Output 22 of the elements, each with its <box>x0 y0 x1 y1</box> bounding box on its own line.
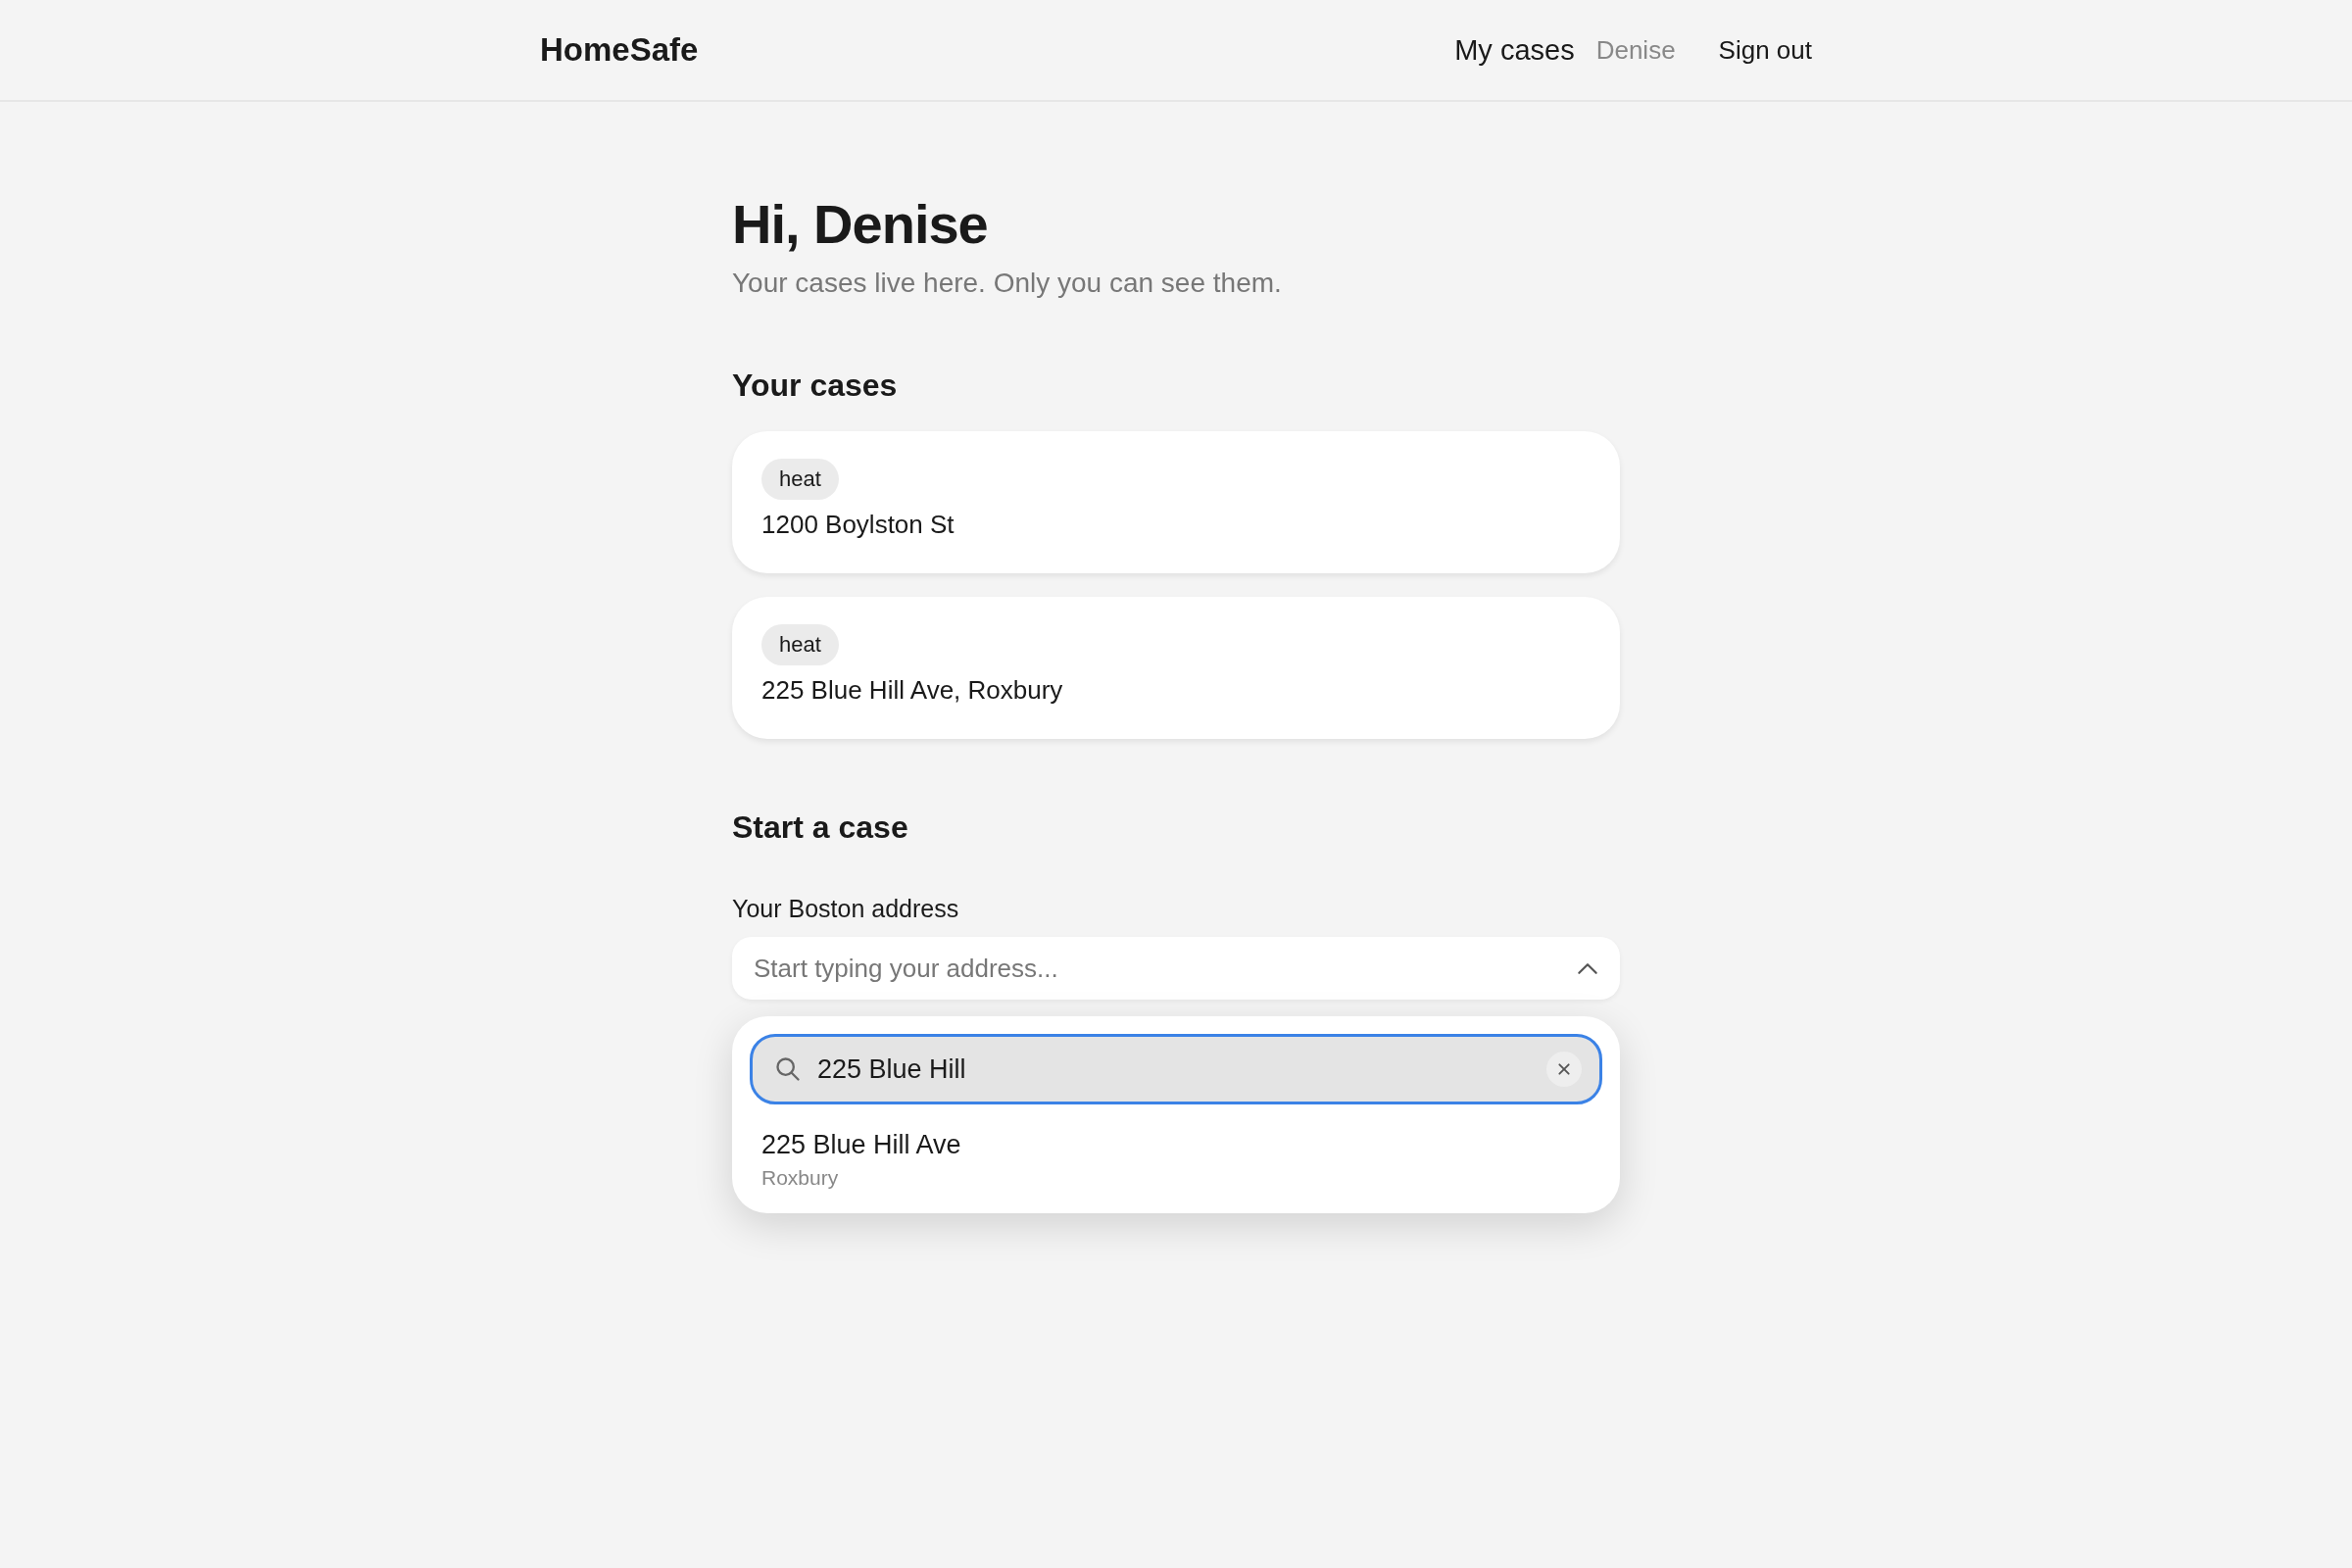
logo[interactable]: HomeSafe <box>540 31 699 69</box>
case-card[interactable]: heat 225 Blue Hill Ave, Roxbury <box>732 597 1620 739</box>
address-select[interactable]: Start typing your address... <box>732 937 1620 1000</box>
option-title: 225 Blue Hill Ave <box>761 1130 962 1160</box>
section-heading: Your cases <box>732 368 899 404</box>
user-name: Denise <box>1595 34 1676 66</box>
section-heading: Start a case <box>732 809 909 846</box>
address-option[interactable]: 225 Blue Hill Ave Roxbury <box>750 1104 1602 1190</box>
field-label: Your Boston address <box>732 895 960 923</box>
close-icon <box>1557 1062 1571 1076</box>
option-subtitle: Roxbury <box>761 1166 840 1190</box>
sign-out-button[interactable]: Sign out <box>1718 28 1812 72</box>
page-title: Hi, Denise <box>732 192 989 256</box>
case-address: 225 Blue Hill Ave, Roxbury <box>761 675 1063 706</box>
chevron-icon <box>1577 961 1598 975</box>
nav-link[interactable]: My cases <box>1454 33 1575 67</box>
case-tag: heat <box>761 624 839 665</box>
search-field[interactable]: 225 Blue Hill <box>750 1034 1602 1104</box>
case-card[interactable]: heat 1200 Boylston St <box>732 431 1620 573</box>
case-address: 1200 Boylston St <box>761 510 955 540</box>
page-subtitle: Your cases live here. Only you can see them. <box>732 268 1283 299</box>
case-tag: heat <box>761 459 839 500</box>
